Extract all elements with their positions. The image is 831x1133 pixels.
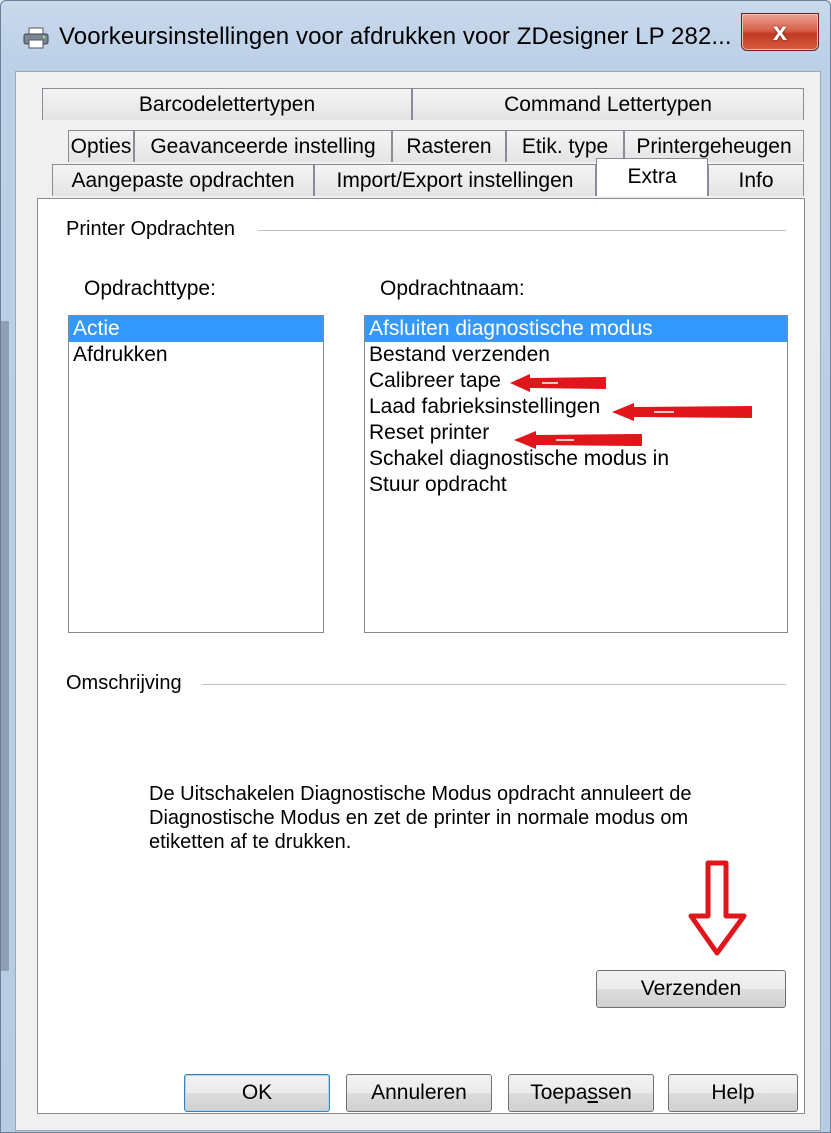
tab-label: Extra: [627, 165, 677, 188]
opdrachttype-label: Opdrachttype:: [84, 277, 216, 300]
tab-rasteren[interactable]: Rasteren: [392, 130, 506, 162]
tab-label: Import/Export instellingen: [336, 169, 574, 192]
tab-label: Aangepaste opdrachten: [71, 169, 295, 192]
window-title: Voorkeursinstellingen voor afdrukken voo…: [59, 23, 732, 50]
cancel-button[interactable]: Annuleren: [346, 1074, 492, 1112]
apply-label-part: sen: [597, 1081, 632, 1104]
close-icon: x: [772, 16, 788, 46]
tab-label: Info: [738, 169, 774, 192]
tab-opties[interactable]: Opties: [68, 130, 134, 162]
group-label-printer-opdrachten: Printer Opdrachten: [66, 218, 243, 241]
tab-import-export-instellingen[interactable]: Import/Export instellingen: [314, 164, 596, 196]
opdrachttype-listbox[interactable]: Actie Afdrukken: [68, 315, 324, 633]
annotation-arrow-icon: [510, 374, 606, 392]
tab-label: Geavanceerde instelling: [150, 135, 376, 158]
annotation-down-arrow-icon: [688, 860, 747, 956]
tab-aangepaste-opdrachten[interactable]: Aangepaste opdrachten: [52, 164, 314, 196]
list-item-afsluiten-diagnostische-modus[interactable]: Afsluiten diagnostische modus: [365, 316, 787, 342]
tab-label: Rasteren: [406, 135, 492, 158]
tab-label: Opties: [70, 135, 132, 158]
verzenden-button[interactable]: Verzenden: [596, 970, 786, 1008]
tab-info[interactable]: Info: [708, 164, 804, 196]
tab-label: Printergeheugen: [636, 135, 792, 158]
list-item-stuur-opdracht[interactable]: Stuur opdracht: [365, 472, 787, 498]
tab-extra[interactable]: Extra: [596, 158, 708, 196]
printer-icon: [23, 27, 49, 49]
help-button[interactable]: Help: [668, 1074, 798, 1112]
group-divider: [258, 230, 786, 231]
list-item-actie[interactable]: Actie: [69, 316, 323, 342]
tab-label: Command Lettertypen: [504, 93, 712, 116]
tab-geavanceerde-instelling[interactable]: Geavanceerde instelling: [134, 130, 392, 162]
tab-barcodelettertypen[interactable]: Barcodelettertypen: [42, 88, 412, 120]
window-edge: [1, 321, 9, 971]
tab-command-lettertypen[interactable]: Command Lettertypen: [412, 88, 804, 120]
group-label-omschrijving: Omschrijving: [66, 672, 190, 695]
apply-button[interactable]: Toepassen: [508, 1074, 654, 1112]
opdrachtnaam-label: Opdrachtnaam:: [380, 277, 525, 300]
close-button[interactable]: x: [741, 13, 819, 51]
apply-mnemonic: s: [587, 1081, 598, 1104]
annotation-arrow-icon: [514, 431, 642, 449]
group-divider: [202, 684, 786, 685]
list-item-afdrukken[interactable]: Afdrukken: [69, 342, 323, 368]
title-bar[interactable]: Voorkeursinstellingen voor afdrukken voo…: [1, 1, 830, 69]
tab-label: Barcodelettertypen: [138, 93, 316, 116]
apply-label-part: Toepa: [530, 1081, 588, 1104]
ok-button[interactable]: OK: [184, 1074, 330, 1112]
tab-label: Etik. type: [521, 135, 609, 158]
description-text: De Uitschakelen Diagnostische Modus opdr…: [149, 783, 692, 853]
dialog-window: Voorkeursinstellingen voor afdrukken voo…: [0, 0, 831, 1133]
opdrachtnaam-listbox[interactable]: Afsluiten diagnostische modus Bestand ve…: [364, 315, 788, 633]
dialog-client-area: Barcodelettertypen Command Lettertypen O…: [15, 71, 821, 1131]
list-item-bestand-verzenden[interactable]: Bestand verzenden: [365, 342, 787, 368]
annotation-arrow-icon: [612, 403, 752, 421]
